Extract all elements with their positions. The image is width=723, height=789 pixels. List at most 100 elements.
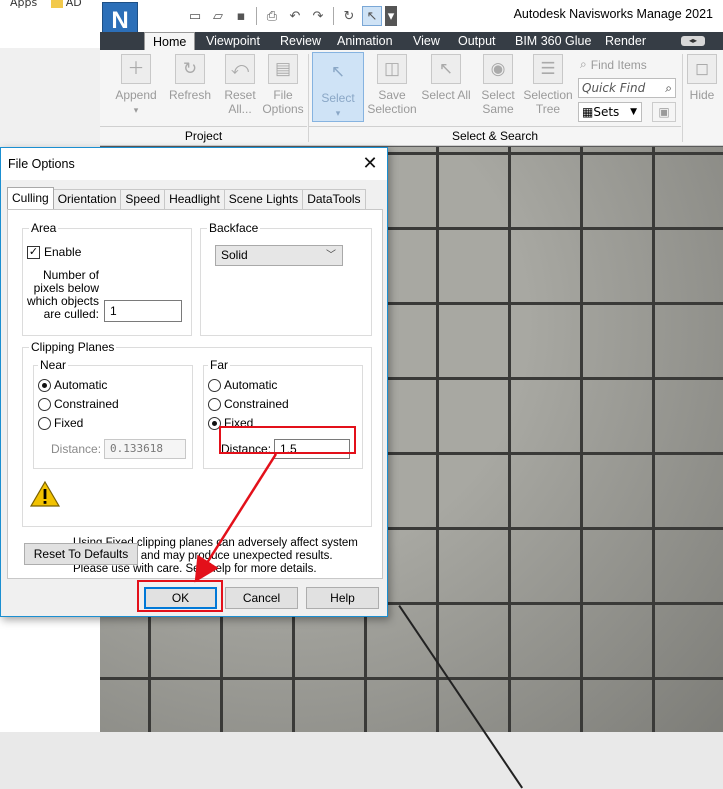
far-label: Far	[208, 358, 230, 372]
close-icon[interactable]: ✕	[359, 153, 381, 175]
clipping-planes-label: Clipping Planes	[29, 340, 117, 354]
app-titlebar: ▭ ▱ ▪ ⎙ ↶ ↷ ↻ ↖ ▾ Autodesk Navisworks Ma…	[100, 0, 723, 32]
reset-all-icon: ⤺	[225, 54, 255, 84]
qat-dropdown-icon[interactable]: ▾	[385, 6, 397, 26]
find-items-icon: ⌕	[580, 57, 587, 71]
dialog-title: File Options	[8, 157, 75, 171]
ok-highlight-box	[137, 580, 223, 612]
hide-icon: ◻	[687, 54, 717, 84]
warning-icon	[29, 480, 61, 507]
select-cursor-icon[interactable]: ↖	[362, 6, 382, 26]
sets-dropdown[interactable]: ▦Sets ▼	[578, 102, 642, 122]
print-icon[interactable]: ⎙	[262, 6, 282, 26]
area-label: Area	[29, 221, 59, 235]
quick-access-toolbar: ▭ ▱ ▪ ⎙ ↶ ↷ ↻ ↖ ▾	[144, 6, 397, 28]
qat-spacer	[144, 6, 182, 26]
cancel-button[interactable]: Cancel	[225, 587, 298, 609]
explorer-pane	[0, 48, 100, 148]
pixels-input[interactable]: 1	[104, 300, 182, 322]
tab-scene-lights[interactable]: Scene Lights	[223, 189, 304, 209]
new-file-icon[interactable]: ▭	[185, 6, 205, 26]
far-constrained-radio[interactable]: Constrained	[208, 397, 289, 411]
enable-checkbox[interactable]: ✓ Enable	[27, 245, 81, 259]
quick-find-search-icon[interactable]: ⌕	[665, 79, 672, 97]
tab-view[interactable]: View	[413, 32, 440, 50]
reset-all-button[interactable]: ⤺ Reset All...	[218, 54, 262, 116]
reset-to-defaults-button[interactable]: Reset To Defaults	[24, 543, 138, 565]
refresh-icon[interactable]: ↻	[339, 6, 359, 26]
near-label: Near	[38, 358, 69, 372]
tab-bim360-glue[interactable]: BIM 360 Glue	[515, 32, 591, 50]
ribbon-minimize-icon[interactable]: ◂▸	[681, 36, 705, 46]
radio-icon	[38, 416, 51, 430]
dialog-titlebar[interactable]: File Options ✕	[1, 148, 387, 180]
file-options-icon: ▤	[268, 54, 298, 84]
radio-icon	[208, 397, 221, 411]
tab-viewpoint[interactable]: Viewpoint	[206, 32, 260, 50]
select-button[interactable]: ↖ Select ▾	[312, 52, 364, 122]
file-options-dialog: File Options ✕ Culling Orientation Speed…	[0, 147, 388, 617]
radio-selected-icon	[38, 378, 51, 392]
refresh-icon: ↻	[175, 54, 205, 84]
pixels-label: Number of pixels below which objects are…	[26, 268, 99, 321]
chevron-down-icon: ﹀	[326, 250, 336, 261]
tab-datatools[interactable]: DataTools	[302, 189, 366, 209]
near-automatic-radio[interactable]: Automatic	[38, 378, 107, 392]
refresh-button[interactable]: ↻ Refresh	[166, 54, 214, 102]
near-distance-label: Distance:	[51, 442, 102, 456]
tab-culling[interactable]: Culling	[7, 187, 54, 209]
apps-crumb[interactable]: Apps	[10, 0, 37, 9]
save-icon[interactable]: ▪	[231, 6, 251, 26]
manage-sets-icon[interactable]: ▣	[652, 102, 676, 122]
project-panel-label[interactable]: Project	[100, 126, 307, 144]
save-selection-icon: ◫	[377, 54, 407, 84]
tab-animation[interactable]: Animation	[337, 32, 393, 50]
hide-button[interactable]: ◻ Hide	[684, 54, 720, 102]
quick-find-input[interactable]: Quick Find ⌕	[578, 78, 676, 98]
select-all-icon: ↖	[431, 54, 461, 84]
area-group: Area ✓ Enable Number of pixels below whi…	[22, 221, 192, 336]
tab-home[interactable]: Home	[144, 32, 196, 50]
tab-output[interactable]: Output	[458, 32, 496, 50]
help-button[interactable]: Help	[306, 587, 379, 609]
tab-speed[interactable]: Speed	[120, 189, 166, 209]
tab-review[interactable]: Review	[280, 32, 321, 50]
select-all-button[interactable]: ↖ Select All	[420, 54, 472, 102]
far-automatic-radio[interactable]: Automatic	[208, 378, 277, 392]
sets-icon: ▦	[582, 105, 594, 119]
culling-tab-panel: Area ✓ Enable Number of pixels below whi…	[7, 209, 383, 579]
selection-tree-icon: ☰	[533, 54, 563, 84]
app-title: Autodesk Navisworks Manage 2021	[513, 7, 713, 21]
select-same-button[interactable]: ◉ Select Same	[474, 54, 522, 116]
backface-dropdown[interactable]: Solid ﹀	[215, 245, 343, 266]
find-items-button[interactable]: ⌕ Find Items	[580, 57, 647, 72]
open-folder-icon[interactable]: ▱	[208, 6, 228, 26]
near-distance-input[interactable]: 0.133618	[104, 439, 186, 459]
backface-group: Backface Solid ﹀	[200, 221, 372, 336]
near-constrained-radio[interactable]: Constrained	[38, 397, 119, 411]
ribbon-tabbar: Home Viewpoint Review Animation View Out…	[100, 32, 723, 50]
ad-crumb[interactable]: AD	[66, 0, 82, 9]
qat-separator	[256, 7, 257, 25]
redo-icon[interactable]: ↷	[308, 6, 328, 26]
explorer-crumbs: Apps AD	[0, 0, 82, 10]
selection-tree-button[interactable]: ☰ Selection Tree	[520, 54, 576, 116]
radio-icon	[208, 378, 221, 392]
undo-icon[interactable]: ↶	[285, 6, 305, 26]
ribbon-home: ＋ Append ▾ ↻ Refresh ⤺ Reset All... ▤ Fil…	[100, 50, 723, 146]
save-selection-button[interactable]: ◫ Save Selection	[364, 54, 420, 116]
append-button[interactable]: ＋ Append ▾	[112, 54, 160, 117]
near-fixed-radio[interactable]: Fixed	[38, 416, 83, 430]
backface-label: Backface	[207, 221, 261, 235]
radio-icon	[38, 397, 51, 411]
tab-render[interactable]: Render	[605, 32, 646, 50]
file-options-button[interactable]: ▤ File Options	[260, 54, 306, 116]
select-search-panel-label[interactable]: Select & Search	[309, 126, 681, 144]
select-cursor-icon: ↖	[330, 62, 346, 81]
distance-highlight-box	[219, 426, 356, 454]
tab-orientation[interactable]: Orientation	[52, 189, 122, 209]
append-icon: ＋	[121, 54, 151, 84]
dialog-tabs: Culling Orientation Speed Headlight Scen…	[7, 187, 366, 209]
tab-headlight[interactable]: Headlight	[164, 189, 225, 209]
qat-separator	[333, 7, 334, 25]
